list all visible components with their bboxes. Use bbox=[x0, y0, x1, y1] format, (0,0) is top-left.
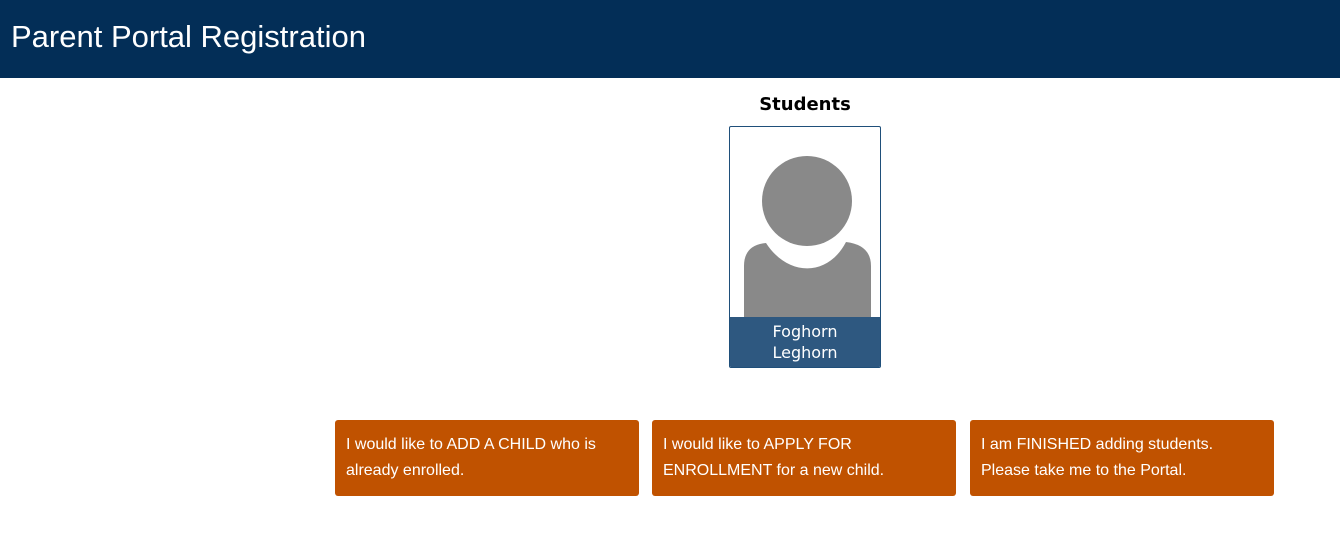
student-card[interactable]: Foghorn Leghorn bbox=[729, 126, 881, 368]
finished-button[interactable]: I am FINISHED adding students. Please ta… bbox=[970, 420, 1274, 496]
default-person-silhouette-icon bbox=[744, 156, 871, 317]
add-child-button[interactable]: I would like to ADD A CHILD who is alrea… bbox=[335, 420, 639, 496]
page-title: Parent Portal Registration bbox=[11, 19, 366, 54]
student-first-name: Foghorn bbox=[772, 322, 838, 341]
page-header: Parent Portal Registration bbox=[0, 0, 1340, 78]
students-heading: Students bbox=[759, 94, 851, 115]
apply-enrollment-button[interactable]: I would like to APPLY FOR ENROLLMENT for… bbox=[652, 420, 956, 496]
student-name: Foghorn Leghorn bbox=[730, 317, 880, 367]
student-last-name: Leghorn bbox=[772, 343, 838, 362]
